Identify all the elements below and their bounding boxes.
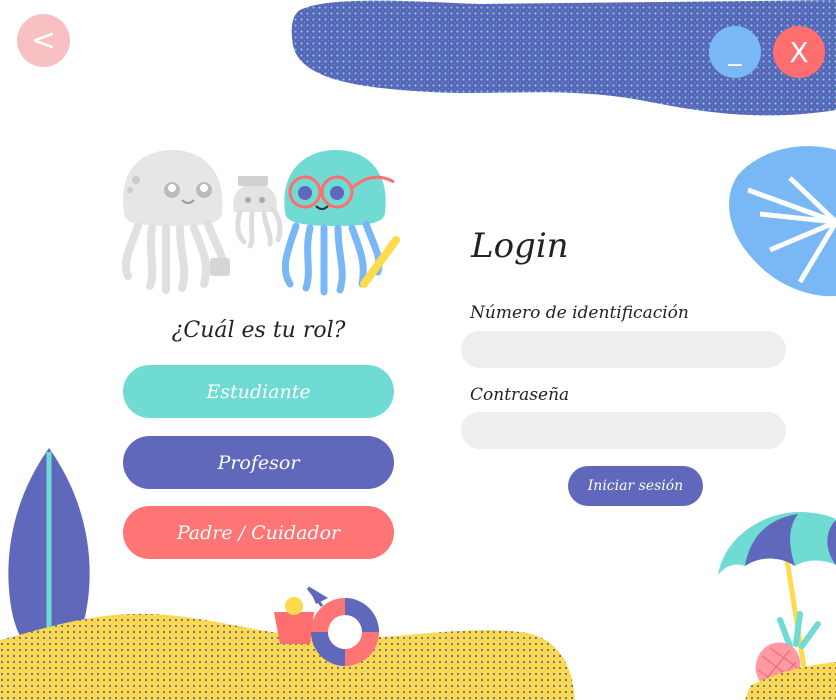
login-submit-button[interactable]: Iniciar sesión bbox=[568, 466, 703, 506]
role-question: ¿Cuál es tu rol? bbox=[171, 318, 346, 343]
id-number-label: Número de identificación bbox=[470, 303, 689, 323]
student-role-button[interactable]: Estudiante bbox=[123, 365, 394, 418]
password-label: Contraseña bbox=[470, 385, 570, 405]
login-title: Login bbox=[471, 226, 569, 266]
minimize-button[interactable]: _ bbox=[709, 26, 761, 78]
password-input[interactable] bbox=[461, 412, 786, 449]
back-button[interactable]: < bbox=[17, 14, 70, 67]
parent-role-button[interactable]: Padre / Cuidador bbox=[123, 506, 394, 559]
close-button[interactable]: X bbox=[773, 26, 825, 78]
leaf-shape bbox=[729, 146, 836, 297]
teacher-role-button[interactable]: Profesor bbox=[123, 436, 394, 489]
jellyfish-illustration bbox=[121, 150, 400, 296]
id-number-input[interactable] bbox=[461, 331, 786, 368]
